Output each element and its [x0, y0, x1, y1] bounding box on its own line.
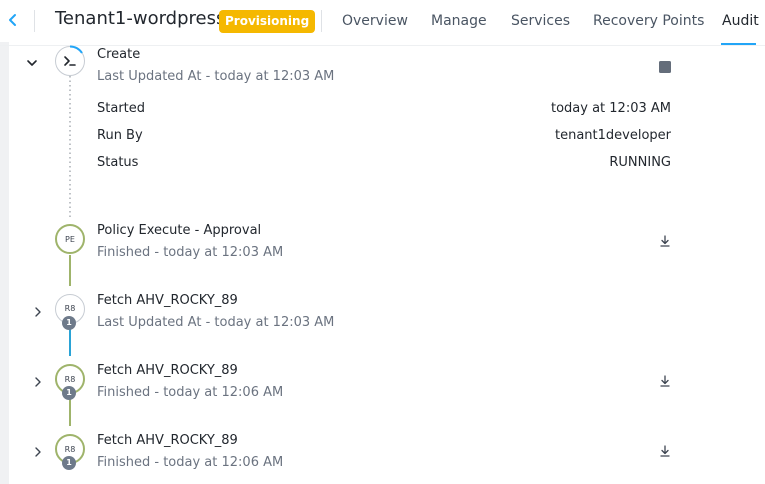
count-badge: 1 — [62, 456, 76, 470]
expand-step-button[interactable] — [31, 304, 45, 318]
expand-step-button[interactable] — [31, 444, 45, 458]
stop-square-icon — [659, 61, 671, 73]
timeline-connector — [69, 76, 71, 426]
download-button[interactable] — [658, 233, 672, 247]
collapse-create-button[interactable] — [25, 55, 39, 69]
detail-value-started: today at 12:03 AM — [551, 101, 671, 116]
back-button[interactable] — [3, 10, 23, 30]
chevron-left-icon — [9, 14, 16, 26]
step-node: PE — [55, 224, 85, 254]
page-title: Tenant1-wordpress — [55, 8, 226, 29]
status-badge: Provisioning — [219, 10, 316, 33]
header-bottom-border — [0, 45, 765, 46]
step-subtitle: Finished - today at 12:06 AM — [97, 385, 284, 400]
detail-key-status: Status — [97, 155, 139, 170]
create-node — [54, 45, 86, 77]
step-subtitle: Finished - today at 12:06 AM — [97, 455, 284, 470]
count-badge: 1 — [62, 316, 76, 330]
left-gutter — [0, 42, 9, 484]
detail-key-run-by: Run By — [97, 128, 143, 143]
step-subtitle: Last Updated At - today at 12:03 AM — [97, 315, 335, 330]
chevron-right-icon — [35, 447, 41, 457]
chevron-right-icon — [35, 307, 41, 317]
terminal-icon — [55, 45, 85, 76]
download-icon — [660, 375, 670, 387]
detail-value-run-by: tenant1developer — [554, 128, 671, 143]
tab-recovery-points[interactable]: Recovery Points — [593, 13, 704, 29]
download-icon — [660, 235, 670, 247]
count-badge: 1 — [62, 386, 76, 400]
create-title: Create — [97, 47, 141, 62]
tab-services[interactable]: Services — [511, 13, 570, 29]
chevron-right-icon — [35, 377, 41, 387]
detail-key-started: Started — [97, 101, 146, 116]
chevron-down-icon — [27, 60, 37, 66]
tab-overview[interactable]: Overview — [342, 13, 408, 29]
tabs-divider — [321, 10, 322, 32]
step-title: Fetch AHV_ROCKY_89 — [97, 293, 238, 308]
download-button[interactable] — [658, 373, 672, 387]
detail-value-status: RUNNING — [609, 155, 671, 170]
step-title: Policy Execute - Approval — [97, 223, 262, 238]
expand-step-button[interactable] — [31, 374, 45, 388]
header-divider — [34, 10, 35, 32]
step-title: Fetch AHV_ROCKY_89 — [97, 433, 238, 448]
tab-audit[interactable]: Audit — [722, 13, 759, 29]
step-title: Fetch AHV_ROCKY_89 — [97, 363, 238, 378]
stop-button[interactable] — [659, 58, 671, 73]
step-subtitle: Finished - today at 12:03 AM — [97, 245, 284, 260]
download-icon — [660, 445, 670, 457]
download-button[interactable] — [658, 443, 672, 457]
tab-manage[interactable]: Manage — [431, 13, 487, 29]
create-subtitle: Last Updated At - today at 12:03 AM — [97, 69, 335, 84]
